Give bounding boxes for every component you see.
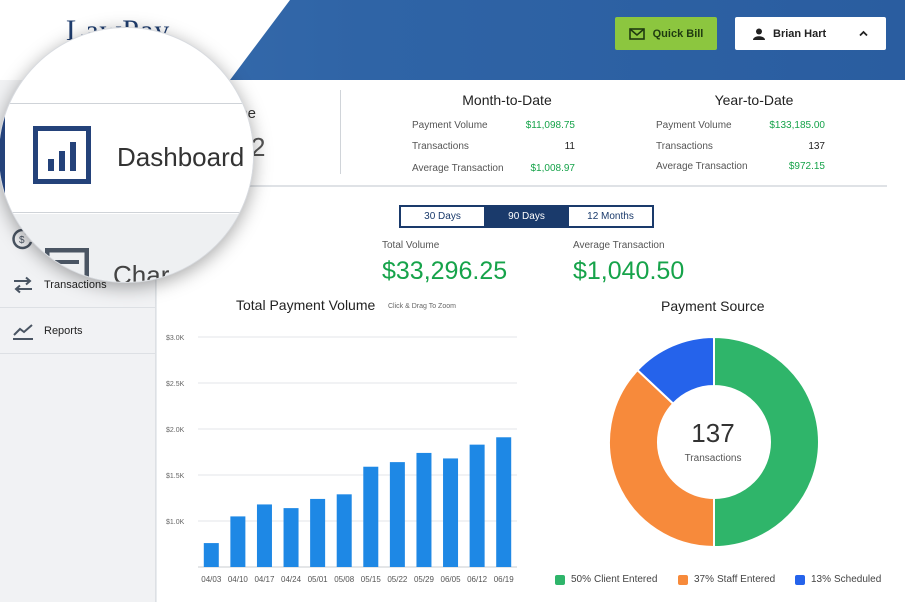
total-volume-value: $33,296.25 (382, 257, 508, 285)
ytd-label: Average Transaction (656, 161, 748, 172)
x-tick-label: 06/19 (494, 575, 515, 584)
legend-client-entered: 50% Client Entered (555, 574, 657, 585)
bar[interactable] (469, 444, 485, 567)
legend-percent: 37% (694, 574, 715, 585)
bar[interactable] (203, 543, 219, 567)
bar[interactable] (256, 504, 272, 567)
x-tick-label: 06/05 (441, 575, 462, 584)
active-indicator (0, 103, 5, 213)
envelope-icon (628, 27, 645, 40)
mtd-value: $1,008.97 (530, 163, 576, 174)
x-tick-label: 04/10 (228, 575, 249, 584)
x-tick-label: 05/22 (387, 575, 408, 584)
sidebar-item-label: Reports (44, 324, 83, 337)
legend-swatch (678, 574, 688, 585)
x-tick-label: 04/03 (201, 575, 222, 584)
avg-transaction-label: Average Transaction (573, 240, 665, 251)
bar[interactable] (416, 452, 432, 567)
x-tick-label: 04/17 (254, 575, 275, 584)
tab-12-months[interactable]: 12 Months (569, 207, 652, 226)
bar[interactable] (389, 462, 405, 567)
quick-bill-button[interactable]: Quick Bill (615, 17, 717, 50)
donut-center-value: 137 (691, 418, 735, 448)
bar-graph-icon (48, 142, 76, 171)
legend-staff-entered: 37% Staff Entered (678, 574, 775, 585)
ytd-value: $972.15 (788, 161, 825, 172)
line-chart-icon (13, 323, 33, 340)
legend-swatch (795, 574, 805, 585)
x-tick-label: 05/08 (334, 575, 355, 584)
user-name: Brian Hart (773, 27, 827, 40)
bar[interactable] (283, 508, 299, 567)
x-tick-label: 05/29 (414, 575, 435, 584)
x-tick-label: 04/24 (281, 575, 302, 584)
legend-percent: 13% (811, 574, 832, 585)
bar[interactable] (310, 498, 326, 567)
magnifier-callout: Dashboard Char (0, 27, 254, 283)
legend-percent: 50% (571, 574, 592, 585)
y-tick-label: $1.0K (166, 519, 185, 526)
legend-scheduled: 13% Scheduled (795, 574, 881, 585)
bar-chart-subtitle: Click & Drag To Zoom (388, 303, 456, 310)
legend-label: Scheduled (834, 574, 882, 585)
year-to-date-title: Year-to-Date (714, 92, 794, 108)
chevron-up-icon (859, 30, 868, 37)
y-tick-label: $2.5K (166, 381, 185, 388)
donut-center-label: Transactions (684, 453, 742, 464)
bar[interactable] (363, 466, 379, 567)
mtd-label: Transactions (412, 141, 469, 152)
avg-transaction-value: $1,040.50 (573, 257, 685, 285)
ytd-value: 137 (808, 141, 825, 152)
bar[interactable] (336, 494, 352, 567)
y-tick-label: $3.0K (166, 335, 185, 342)
ytd-label: Payment Volume (656, 120, 732, 131)
stats-separator (157, 185, 887, 187)
total-volume-label: Total Volume (382, 240, 440, 251)
legend-label: Client Entered (594, 574, 658, 585)
sidebar-item-reports[interactable]: Reports (0, 308, 156, 354)
dashboard-main: une 2 Month-to-Date Payment Volume $11,0… (157, 80, 905, 602)
stats-divider (340, 90, 341, 174)
user-icon (753, 28, 765, 40)
legend-label: Staff Entered (717, 574, 776, 585)
bar-chart[interactable]: $1.0K $1.5K $2.0K $2.5K $3.0K 04/03 04/10 04/17… (157, 320, 527, 590)
dashboard-icon (33, 126, 91, 184)
mtd-value: 11 (564, 141, 575, 152)
ytd-value: $133,185.00 (769, 120, 825, 131)
tab-30-days[interactable]: 30 Days (401, 207, 485, 226)
user-menu[interactable]: Brian Hart (735, 17, 886, 50)
bar-chart-title: Total Payment Volume (236, 297, 376, 313)
x-tick-label: 06/12 (467, 575, 488, 584)
y-tick-label: $2.0K (166, 427, 185, 434)
quick-bill-label: Quick Bill (652, 27, 704, 40)
bar[interactable] (496, 437, 512, 567)
month-to-date-title: Month-to-Date (462, 92, 552, 108)
mtd-label: Payment Volume (412, 120, 488, 131)
ytd-label: Transactions (656, 141, 713, 152)
donut-chart-title: Payment Source (661, 298, 765, 314)
legend-swatch (555, 574, 565, 585)
mtd-value: $11,098.75 (525, 120, 575, 131)
bar[interactable] (230, 516, 246, 567)
bar[interactable] (443, 458, 459, 567)
date-range-tabs: 30 Days 90 Days 12 Months (399, 205, 654, 228)
y-tick-label: $1.5K (166, 473, 185, 480)
chart-icon (45, 248, 89, 282)
x-tick-label: 05/01 (308, 575, 329, 584)
tab-90-days[interactable]: 90 Days (485, 207, 569, 226)
x-tick-label: 05/15 (361, 575, 382, 584)
dashboard-label[interactable]: Dashboard (117, 142, 244, 173)
charts-partial-label: Char (113, 260, 170, 283)
